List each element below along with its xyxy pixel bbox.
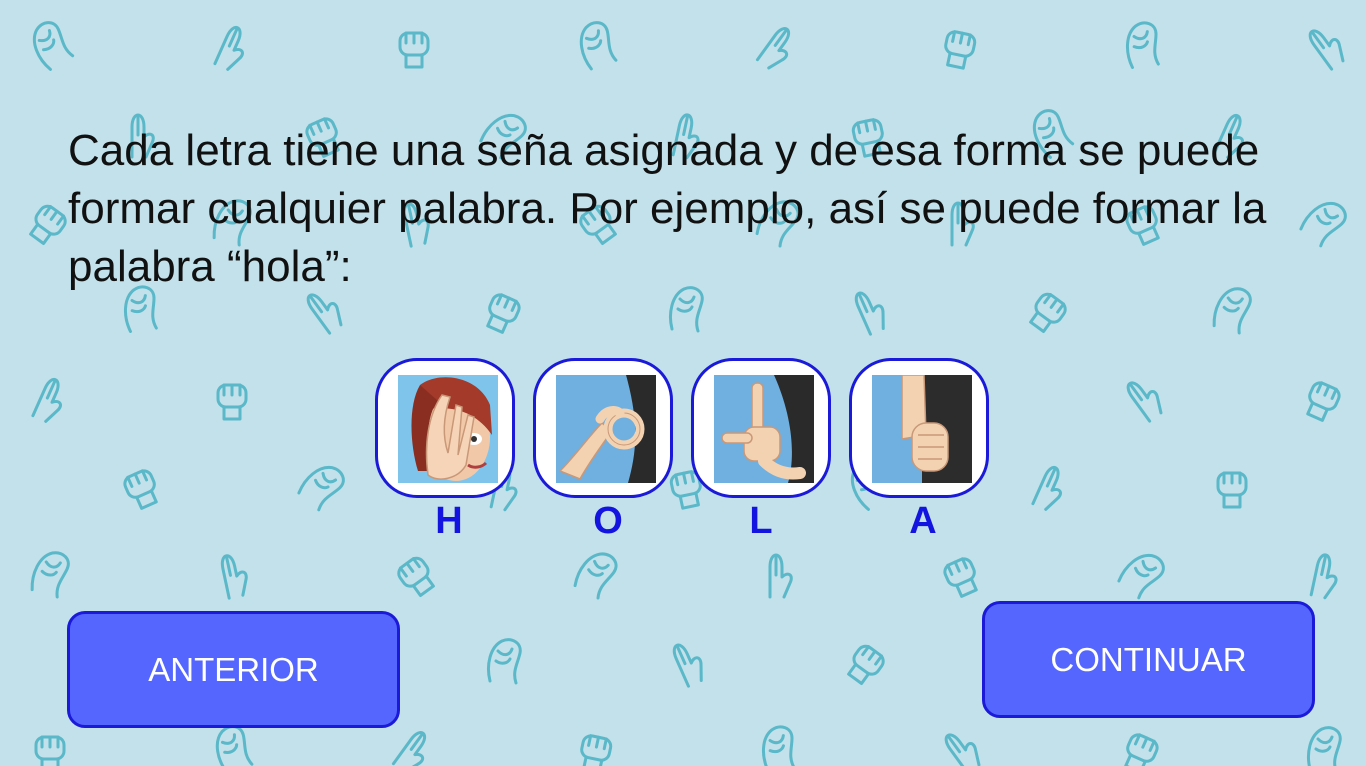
hand-pattern-icon (576, 732, 614, 766)
hand-pattern-icon (1216, 471, 1248, 509)
hand-pattern-icon (398, 31, 430, 69)
hand-pattern-icon (23, 16, 78, 74)
sign-h-icon (398, 375, 498, 483)
hand-pattern-icon (28, 547, 72, 600)
sign-card-o (533, 358, 673, 498)
hand-pattern-icon (1024, 289, 1070, 337)
hand-pattern-icon (755, 24, 801, 74)
hand-pattern-icon (669, 637, 710, 688)
hand-pattern-icon (1309, 552, 1343, 601)
sign-o-icon (556, 375, 656, 483)
hand-pattern-icon (1115, 545, 1170, 602)
sign-letter-o: O (593, 500, 623, 542)
hand-pattern-icon (207, 721, 258, 766)
hand-pattern-icon (756, 723, 800, 766)
hand-pattern-icon (391, 728, 437, 766)
hand-pattern-icon (34, 735, 66, 766)
hand-pattern-icon (571, 545, 621, 602)
hand-pattern-icon (1307, 726, 1342, 766)
hand-pattern-icon (1120, 19, 1164, 72)
sign-card-h (375, 358, 515, 498)
previous-button[interactable]: ANTERIOR (67, 611, 400, 728)
hand-pattern-icon (768, 553, 793, 599)
hand-pattern-icon (940, 554, 984, 601)
hand-pattern-icon (487, 638, 522, 685)
hand-pattern-icon (24, 201, 70, 249)
hand-pattern-icon (31, 375, 71, 426)
sign-a-icon (872, 375, 972, 483)
hand-pattern-icon (295, 457, 350, 514)
hand-pattern-icon (216, 383, 248, 421)
hand-pattern-icon (1123, 373, 1169, 423)
hand-pattern-icon (1300, 378, 1344, 425)
continue-button[interactable]: CONTINUAR (982, 601, 1315, 718)
hand-pattern-icon (940, 28, 978, 71)
hand-pattern-icon (1118, 730, 1162, 766)
sign-card-a (849, 358, 989, 498)
sign-card-l (691, 358, 831, 498)
hand-pattern-icon (480, 290, 524, 337)
sign-letter-a: A (909, 500, 937, 542)
hand-pattern-icon (394, 553, 440, 601)
hand-pattern-icon (213, 23, 253, 74)
hand-pattern-icon (120, 466, 164, 513)
sign-letter-h: H (435, 500, 463, 542)
intro-text: Cada letra tiene una seña asignada y de … (68, 126, 1267, 291)
hand-pattern-icon (571, 17, 622, 73)
hand-pattern-icon (941, 725, 987, 766)
hand-pattern-icon (1305, 21, 1351, 71)
hand-pattern-icon (1031, 463, 1071, 514)
sign-l-icon (714, 375, 814, 483)
hand-pattern-icon (218, 551, 252, 600)
hand-pattern-icon (842, 641, 888, 689)
sign-letter-l: L (749, 500, 773, 542)
